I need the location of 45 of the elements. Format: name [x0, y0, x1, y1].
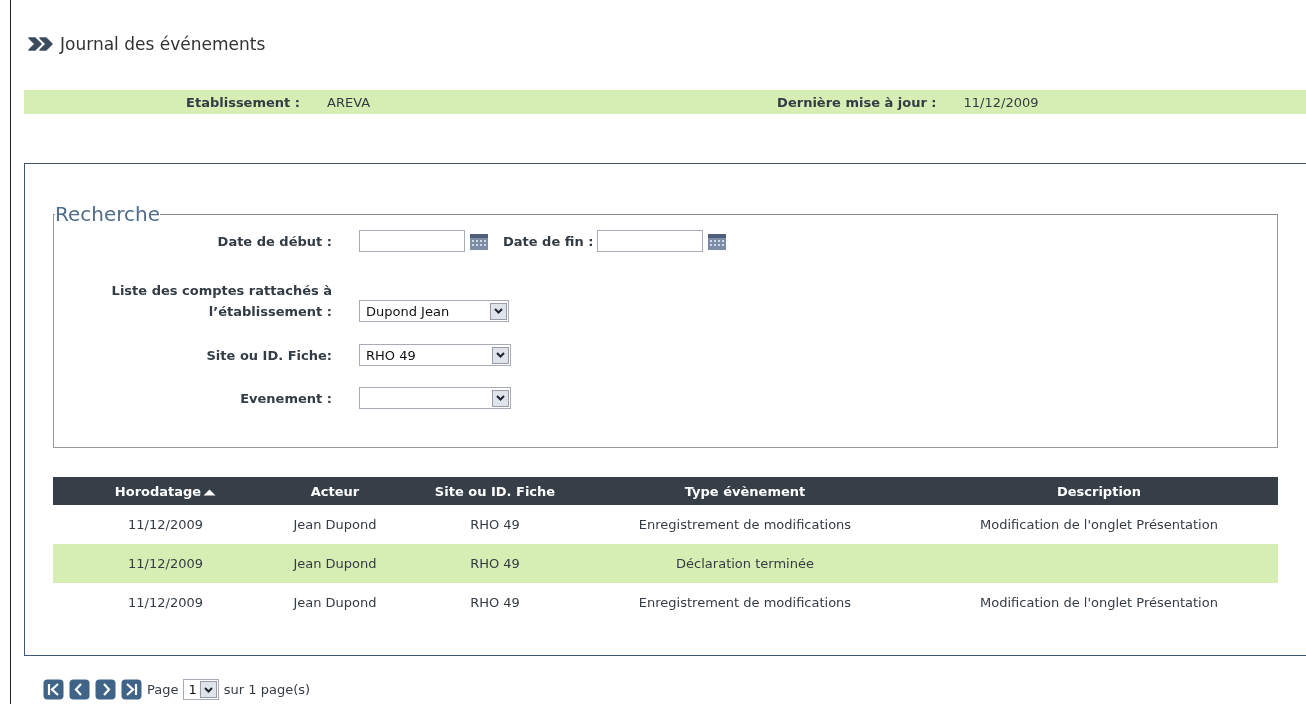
field-label: Date de fin :: [503, 233, 594, 249]
page-title: Journal des événements: [60, 34, 266, 54]
first-page-icon[interactable]: [43, 679, 64, 700]
double-chevron-icon: [27, 36, 54, 52]
table-cell: 11/12/2009: [128, 517, 203, 532]
table-cell: Enregistrement de modifications: [638, 595, 852, 610]
table-cell: Jean Dupond: [293, 556, 377, 571]
info-label: Etablissement :: [185, 94, 300, 110]
column-header[interactable]: Acteur: [250, 477, 420, 505]
column-header[interactable]: Site ou ID. Fiche: [420, 477, 570, 505]
field-label: Liste des comptes rattachés à: [110, 281, 332, 300]
page-label: Page: [147, 682, 179, 697]
info-label: Dernière mise à jour :: [777, 94, 937, 110]
table-cell: RHO 49: [470, 517, 520, 532]
previous-page-icon[interactable]: [69, 679, 90, 700]
table-cell: Jean Dupond: [293, 517, 377, 532]
info-value: 11/12/2009: [963, 94, 1039, 110]
info-value: AREVA: [327, 94, 371, 110]
dropdown[interactable]: RHO 49: [359, 344, 511, 366]
panel-legend: Recherche: [55, 202, 161, 226]
dropdown[interactable]: Dupond Jean: [359, 300, 509, 322]
table-cell: Enregistrement de modifications: [638, 517, 852, 532]
last-page-icon[interactable]: [121, 679, 142, 700]
table-cell: 11/12/2009: [128, 595, 203, 610]
table-cell: RHO 49: [470, 556, 520, 571]
table-cell: Déclaration terminée: [676, 556, 814, 571]
column-header[interactable]: Description: [920, 477, 1278, 505]
field-label: Evenement :: [239, 389, 332, 408]
table-cell: 11/12/2009: [128, 556, 203, 571]
date-input[interactable]: [597, 230, 704, 252]
field-label: Date de début :: [216, 232, 332, 251]
page-dropdown[interactable]: 1: [183, 679, 219, 700]
column-header[interactable]: Type évènement: [570, 477, 920, 505]
next-page-icon[interactable]: [95, 679, 116, 700]
field-label: l’établissement :: [207, 302, 332, 321]
table-cell: Jean Dupond: [293, 595, 377, 610]
table-cell: RHO 49: [470, 595, 520, 610]
table-cell: Modification de l'onglet Présentation: [980, 595, 1218, 610]
calendar-icon[interactable]: [469, 231, 489, 251]
column-header[interactable]: Horodatage: [53, 477, 250, 505]
page-count: sur 1 page(s): [223, 682, 311, 697]
date-input[interactable]: [359, 230, 465, 252]
calendar-icon[interactable]: [707, 231, 728, 251]
table-cell: Modification de l'onglet Présentation: [980, 517, 1218, 532]
field-label: Site ou ID. Fiche:: [205, 346, 332, 365]
